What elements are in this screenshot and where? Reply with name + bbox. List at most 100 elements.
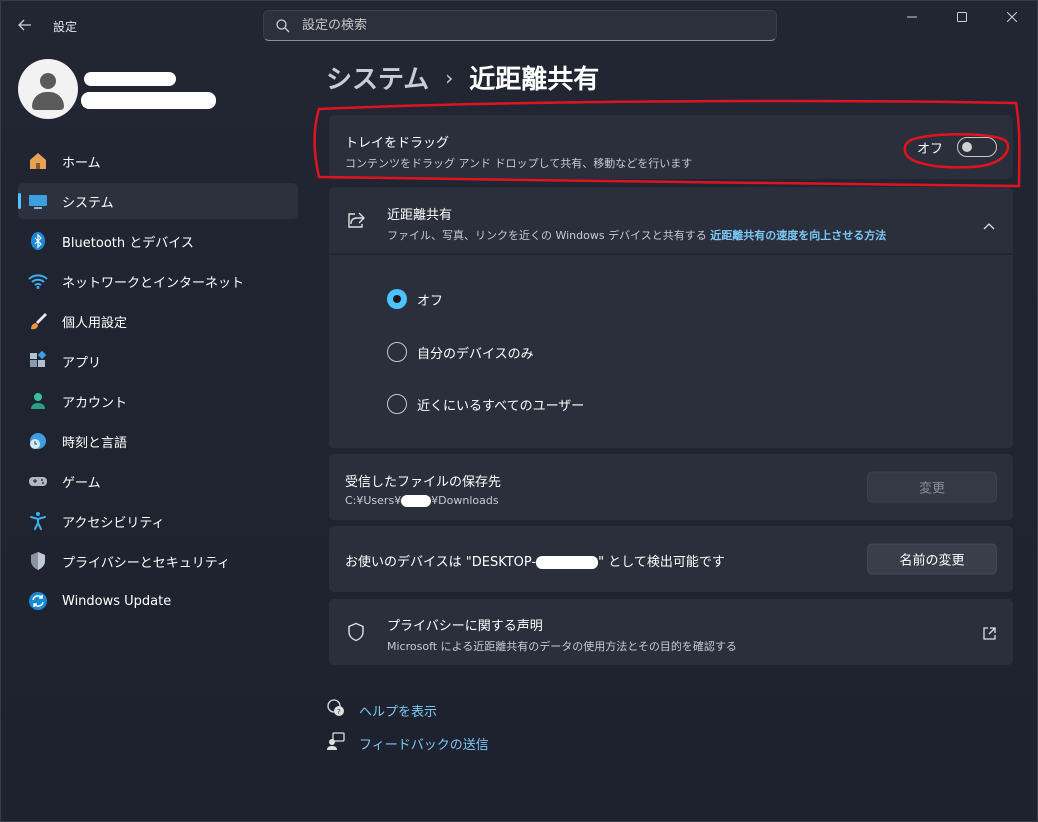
- sidebar-item-label: ホーム: [62, 155, 101, 171]
- feedback-icon: [327, 732, 345, 754]
- time-language-icon: [28, 431, 48, 451]
- sidebar-item-windows-update[interactable]: Windows Update: [18, 583, 298, 619]
- drag-tray-card: トレイをドラッグ コンテンツをドラッグ アンド ドロップして共有、移動などを行い…: [329, 115, 1013, 179]
- sidebar-item-network[interactable]: ネットワークとインターネット: [18, 263, 298, 299]
- radio-option-my-devices[interactable]: 自分のデバイスのみ: [387, 342, 534, 362]
- drag-tray-toggle[interactable]: [957, 137, 997, 157]
- accessibility-icon: [28, 511, 48, 531]
- nearby-sharing-options: オフ 自分のデバイスのみ 近くにいるすべてのユーザー: [329, 255, 1013, 448]
- device-name-card: お使いのデバイスは "DESKTOP- " として検出可能です 名前の変更: [329, 526, 1013, 592]
- back-button[interactable]: [11, 13, 39, 37]
- sidebar-nav: ホーム システム Bluetooth とデバイス ネットワークとインターネット …: [18, 143, 298, 623]
- maximize-icon: [957, 12, 967, 22]
- network-icon: [28, 271, 48, 291]
- sidebar-item-system[interactable]: システム: [18, 183, 298, 219]
- radio-option-everyone[interactable]: 近くにいるすべてのユーザー: [387, 394, 584, 414]
- settings-window: 設定 設定の検索 ホーム システム Bluetooth とデバイス ネットワーク…: [0, 0, 1038, 822]
- change-location-button[interactable]: 変更: [867, 471, 997, 503]
- redacted-username: [401, 495, 432, 507]
- path-suffix: ¥Downloads: [431, 494, 499, 507]
- account-icon: [28, 391, 48, 411]
- sidebar-item-label: システム: [62, 195, 114, 211]
- avatar: [18, 59, 78, 119]
- update-icon: [28, 591, 48, 611]
- help-icon: ?: [327, 699, 345, 721]
- rename-button[interactable]: 名前の変更: [867, 543, 997, 575]
- nearby-sharing-description: ファイル、写真、リンクを近くの Windows デバイスと共有する: [387, 229, 707, 242]
- breadcrumb: システム › 近距離共有: [326, 59, 599, 96]
- help-link[interactable]: ? ヘルプを表示: [327, 699, 437, 721]
- privacy-description: Microsoft による近距離共有のデータの使用方法とその目的を確認する: [387, 640, 737, 653]
- sidebar-item-label: 個人用設定: [62, 315, 128, 331]
- search-input[interactable]: [302, 18, 742, 33]
- sidebar-item-label: アカウント: [62, 395, 128, 411]
- search-icon: [276, 18, 290, 32]
- shield-outline-icon: [346, 622, 366, 646]
- sidebar-item-label: 時刻と言語: [62, 435, 128, 451]
- radio-button[interactable]: [387, 342, 407, 362]
- sidebar-item-label: Bluetooth とデバイス: [62, 235, 194, 251]
- system-icon: [28, 191, 48, 211]
- radio-label: 近くにいるすべてのユーザー: [417, 398, 585, 414]
- search-box[interactable]: [263, 10, 777, 41]
- redacted-device-id: [536, 556, 599, 569]
- save-location-title: 受信したファイルの保存先: [345, 475, 502, 490]
- game-icon: [28, 471, 48, 491]
- path-prefix: C:¥Users¥: [345, 494, 402, 507]
- brush-icon: [28, 311, 48, 331]
- page-title: 近距離共有: [469, 65, 600, 95]
- sidebar-item-home[interactable]: ホーム: [18, 143, 298, 179]
- sidebar-item-accounts[interactable]: アカウント: [18, 383, 298, 419]
- privacy-statement-card[interactable]: プライバシーに関する声明 Microsoft による近距離共有のデータの使用方法…: [329, 599, 1013, 665]
- title-bar: 設定: [1, 1, 1037, 49]
- drag-tray-description: コンテンツをドラッグ アンド ドロップして共有、移動などを行います: [345, 157, 693, 170]
- user-profile[interactable]: [18, 59, 78, 119]
- redacted-user-name: [84, 72, 176, 86]
- window-controls: [887, 1, 1037, 33]
- privacy-title: プライバシーに関する声明: [387, 619, 543, 634]
- sidebar-item-accessibility[interactable]: アクセシビリティ: [18, 503, 298, 539]
- external-link-icon[interactable]: [983, 625, 996, 644]
- sidebar-item-privacy-security[interactable]: プライバシーとセキュリティ: [18, 543, 298, 579]
- maximize-button[interactable]: [937, 1, 987, 33]
- chevron-up-icon[interactable]: [983, 215, 995, 234]
- close-button[interactable]: [987, 1, 1037, 33]
- device-name-text: お使いのデバイスは "DESKTOP- " として検出可能です: [345, 551, 725, 570]
- help-link-label[interactable]: ヘルプを表示: [359, 701, 437, 720]
- sidebar-item-gaming[interactable]: ゲーム: [18, 463, 298, 499]
- radio-button[interactable]: [387, 289, 407, 309]
- sidebar-item-apps[interactable]: アプリ: [18, 343, 298, 379]
- save-location-path: C:¥Users¥ ¥Downloads: [345, 494, 501, 507]
- home-icon: [28, 151, 48, 171]
- sidebar-item-bluetooth[interactable]: Bluetooth とデバイス: [18, 223, 298, 259]
- feedback-link[interactable]: フィードバックの送信: [327, 732, 489, 754]
- breadcrumb-separator: ›: [445, 65, 454, 90]
- bluetooth-icon: [28, 231, 48, 251]
- nearby-sharing-title: 近距離共有: [387, 208, 453, 223]
- app-title: 設定: [53, 20, 78, 34]
- share-icon: [346, 210, 366, 234]
- drag-tray-title: トレイをドラッグ: [345, 136, 450, 151]
- apps-icon: [28, 351, 48, 371]
- radio-label: 自分のデバイスのみ: [417, 346, 534, 362]
- arrow-left-icon: [18, 19, 31, 31]
- sidebar-item-label: プライバシーとセキュリティ: [62, 555, 230, 571]
- toggle-state-label: オフ: [916, 141, 943, 157]
- radio-option-off[interactable]: オフ: [387, 289, 443, 309]
- minimize-button[interactable]: [887, 1, 937, 33]
- sidebar-item-time-language[interactable]: 時刻と言語: [18, 423, 298, 459]
- radio-button[interactable]: [387, 394, 407, 414]
- nearby-sharing-speed-link[interactable]: 近距離共有の速度を向上させる方法: [710, 229, 886, 242]
- feedback-link-label[interactable]: フィードバックの送信: [359, 734, 489, 753]
- sidebar-item-label: アクセシビリティ: [62, 515, 165, 531]
- save-location-card: 受信したファイルの保存先 C:¥Users¥ ¥Downloads 変更: [329, 454, 1013, 520]
- breadcrumb-parent[interactable]: システム: [326, 59, 429, 96]
- device-name-suffix: " として検出可能です: [598, 555, 725, 570]
- shield-icon: [28, 551, 48, 571]
- sidebar-item-label: Windows Update: [62, 593, 172, 609]
- svg-text:?: ?: [337, 708, 341, 716]
- minimize-icon: [907, 16, 917, 18]
- nearby-sharing-header[interactable]: 近距離共有 ファイル、写真、リンクを近くの Windows デバイスと共有する …: [329, 187, 1013, 253]
- sidebar-item-personalization[interactable]: 個人用設定: [18, 303, 298, 339]
- nearby-sharing-description-line: ファイル、写真、リンクを近くの Windows デバイスと共有する 近距離共有の…: [387, 227, 886, 243]
